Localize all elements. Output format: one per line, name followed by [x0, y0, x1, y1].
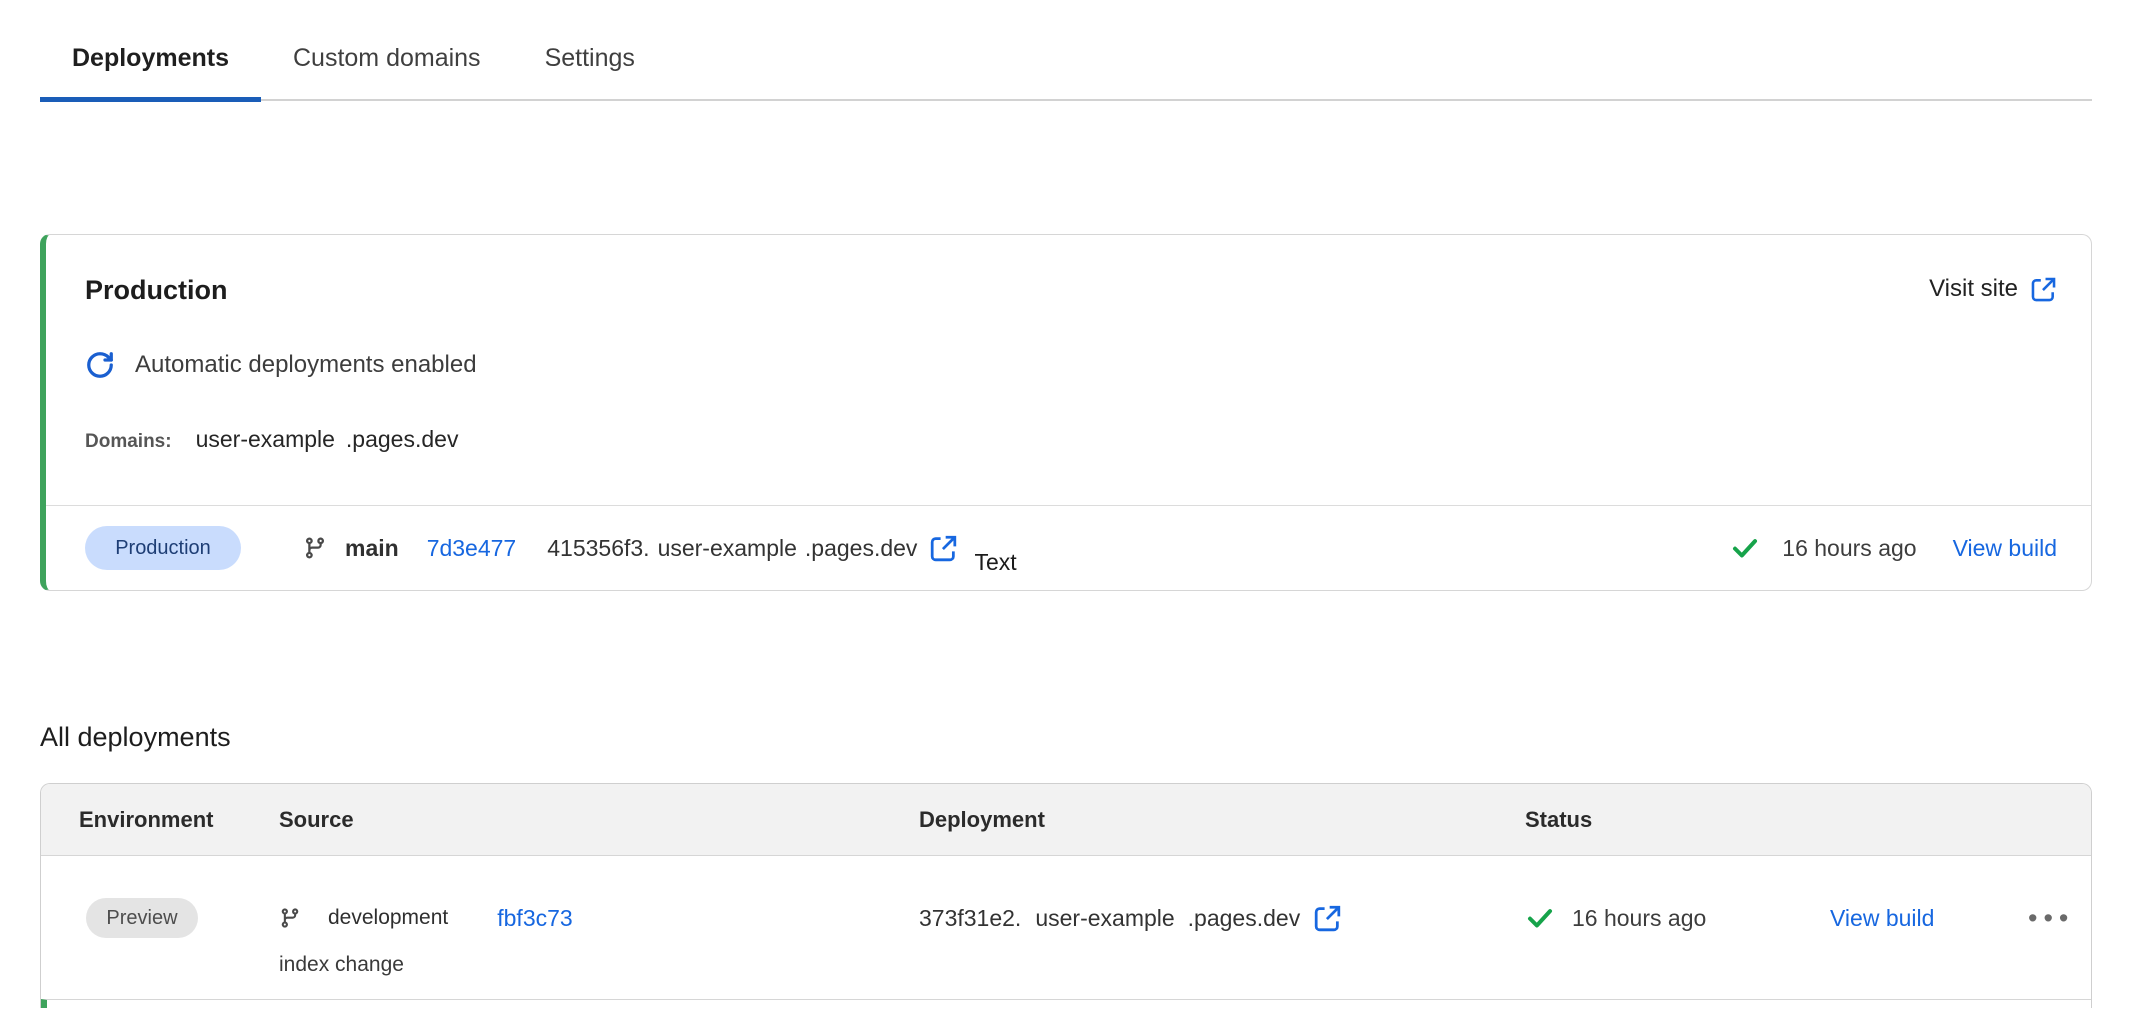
auto-deploy-text: Automatic deployments enabled [135, 351, 477, 379]
branch-name: development [328, 906, 448, 930]
external-link-icon[interactable] [929, 534, 958, 563]
production-deployment-row: Production main 7d3e477 415356f3. user-e… [46, 505, 2091, 590]
check-icon [1525, 903, 1555, 933]
all-deployments-heading: All deployments [40, 722, 2092, 753]
table-header-row: Environment Source Deployment Status [41, 784, 2091, 856]
cell-source: development fbf3c73 index change [279, 856, 919, 999]
refresh-icon [85, 350, 115, 380]
auto-deploy-status: Automatic deployments enabled [85, 350, 2052, 380]
production-row-status: 16 hours ago View build [1730, 533, 2057, 563]
environment-badge-preview: Preview [86, 898, 198, 938]
view-build-link[interactable]: View build [1953, 535, 2057, 562]
deployment-url-project: user-example [658, 535, 797, 562]
deployment-url-prefix: 415356f3. [547, 535, 649, 562]
deployment-url-suffix: .pages.dev [1188, 905, 1301, 932]
cell-environment: Preview [79, 856, 279, 999]
view-build-link[interactable]: View build [1830, 905, 1934, 932]
deploy-time: 16 hours ago [1782, 535, 1916, 562]
production-title: Production [85, 275, 228, 306]
environment-badge-production: Production [85, 526, 241, 570]
next-row-partial [41, 999, 2091, 1008]
deployments-table: Environment Source Deployment Status Pre… [40, 783, 2092, 1008]
column-deployment: Deployment [919, 807, 1525, 833]
deployment-url-project: user-example [1035, 905, 1174, 932]
column-status: Status [1525, 807, 1830, 833]
commit-message: index change [279, 953, 919, 977]
cell-deployment: 373f31e2. user-example .pages.dev [919, 856, 1525, 999]
visit-site-label: Visit site [1929, 275, 2018, 303]
domain-value: user-example [196, 426, 335, 453]
branch-name: main [345, 535, 399, 562]
git-branch-icon [279, 907, 301, 929]
production-card-header: Production Visit site [46, 235, 2091, 306]
git-branch-icon [303, 536, 327, 560]
visit-site-link[interactable]: Visit site [1929, 275, 2057, 303]
table-row: Preview development fbf3c73 index change… [41, 856, 2091, 999]
tab-bar: Deployments Custom domains Settings [40, 30, 2092, 101]
deploy-time: 16 hours ago [1572, 905, 1706, 932]
tab-deployments[interactable]: Deployments [40, 30, 261, 102]
cell-menu: ••• [2028, 856, 2091, 999]
column-environment: Environment [79, 807, 279, 833]
domains-line: Domains: user-example .pages.dev [85, 426, 2052, 453]
production-card: Production Visit site Automatic deployme… [40, 234, 2092, 591]
external-link-icon [2030, 276, 2057, 303]
tab-settings[interactable]: Settings [513, 30, 667, 102]
column-source: Source [279, 807, 919, 833]
cell-view-build: View build [1830, 856, 2028, 999]
check-icon [1730, 533, 1760, 563]
external-link-icon[interactable] [1313, 904, 1342, 933]
commit-link[interactable]: fbf3c73 [497, 905, 572, 932]
commit-link[interactable]: 7d3e477 [427, 535, 517, 562]
domain-suffix: .pages.dev [346, 426, 459, 453]
deployment-url-suffix: .pages.dev [805, 535, 918, 562]
deployment-url-prefix: 373f31e2. [919, 905, 1021, 932]
commit-message: Text [974, 549, 1016, 576]
tab-custom-domains[interactable]: Custom domains [261, 30, 513, 102]
domains-label: Domains: [85, 431, 172, 453]
more-options-icon[interactable]: ••• [2028, 898, 2074, 938]
cell-status: 16 hours ago [1525, 856, 1830, 999]
